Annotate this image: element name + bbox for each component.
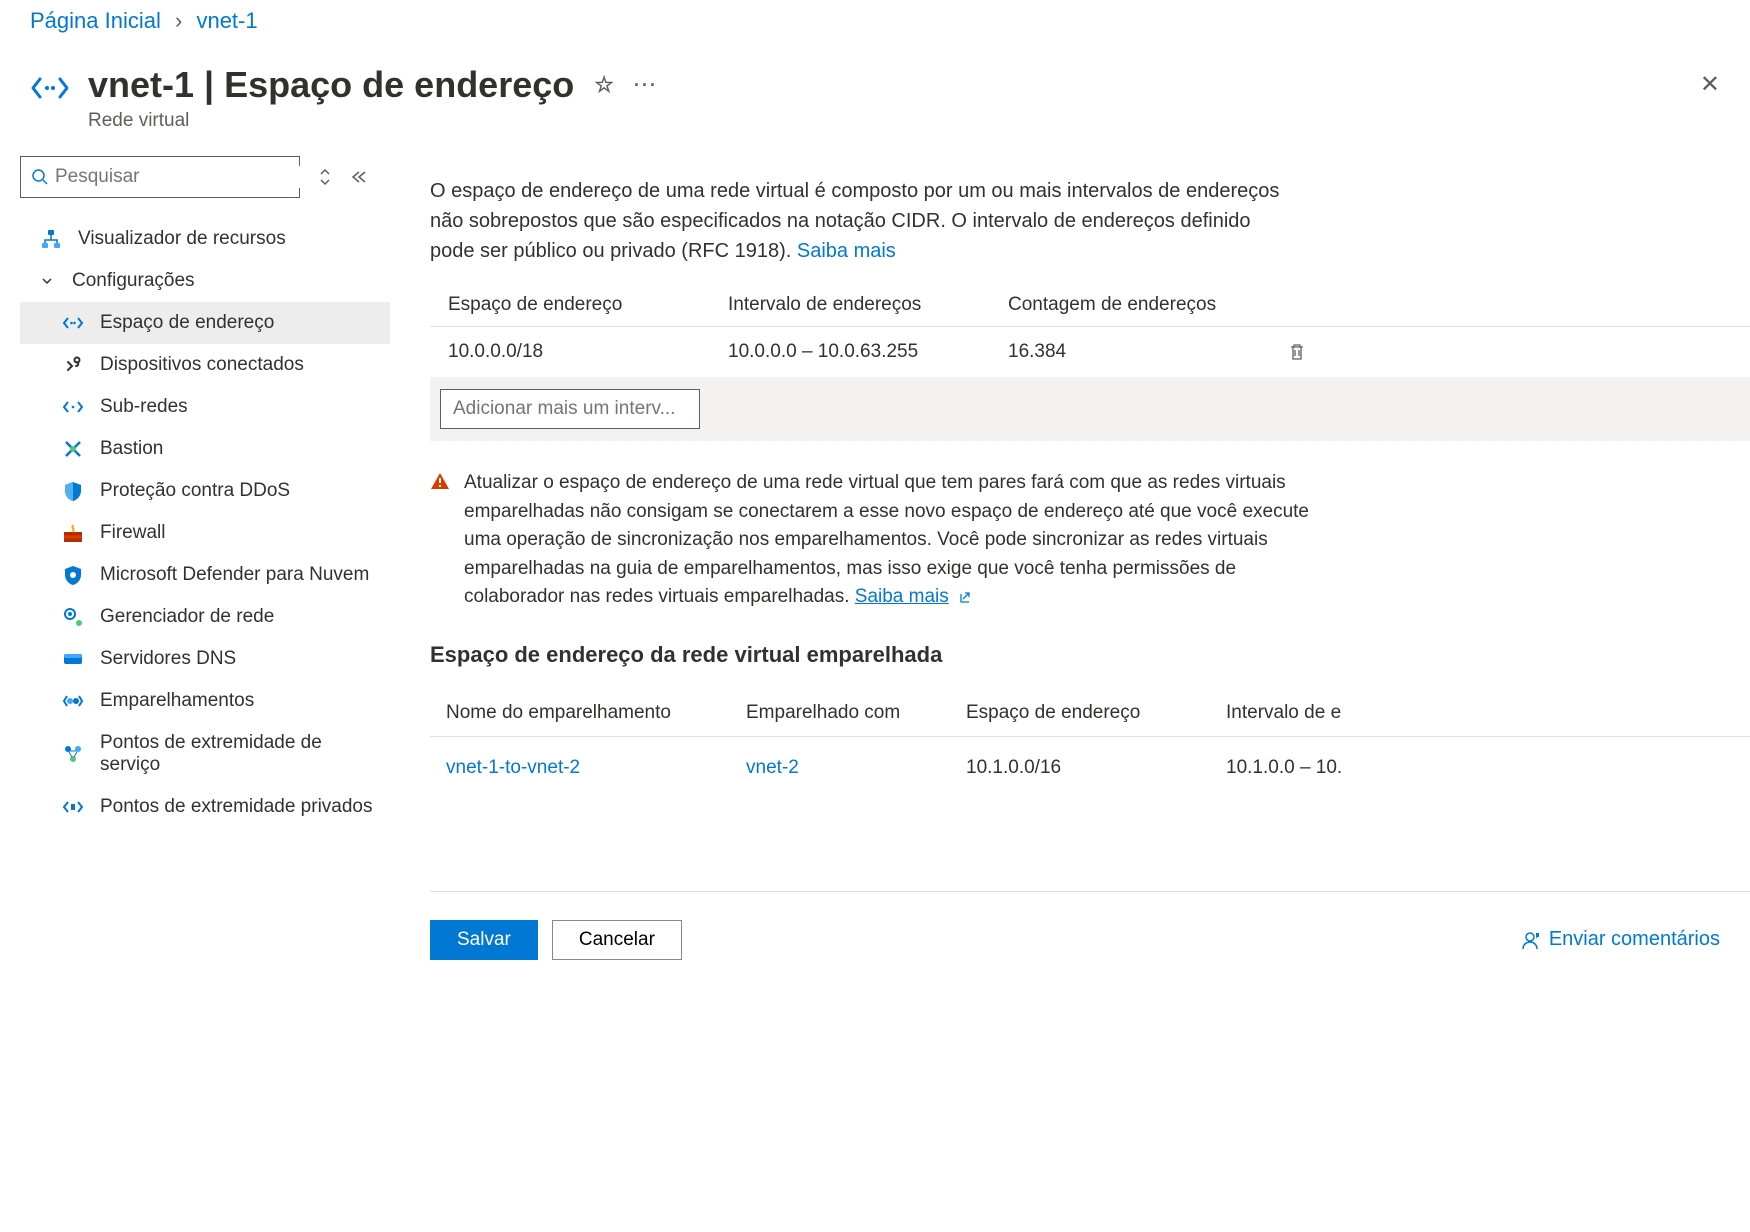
- expand-collapse-icon[interactable]: [318, 167, 332, 187]
- service-endpoint-icon: [62, 743, 84, 765]
- learn-more-link[interactable]: Saiba mais: [797, 240, 896, 262]
- col-peer-with: Emparelhado com: [746, 702, 966, 724]
- cell-peer-range: 10.1.0.0 – 10.: [1226, 757, 1486, 779]
- sidebar-item-label: Visualizador de recursos: [78, 228, 286, 250]
- sidebar-item-ddos[interactable]: Proteção contra DDoS: [20, 470, 390, 512]
- save-button[interactable]: Salvar: [430, 920, 538, 960]
- defender-icon: [62, 564, 84, 586]
- sidebar-item-dns[interactable]: Servidores DNS: [20, 638, 390, 680]
- sidebar-item-network-manager[interactable]: Gerenciador de rede: [20, 596, 390, 638]
- chevron-right-icon: ›: [175, 8, 182, 33]
- cell-address-space: 10.0.0.0/18: [448, 341, 728, 363]
- breadcrumb-current[interactable]: vnet-1: [196, 8, 257, 33]
- sidebar: Visualizador de recursos Configurações E…: [0, 156, 390, 960]
- vnet-small-icon: [62, 312, 84, 334]
- shield-icon: [62, 480, 84, 502]
- main-content: O espaço de endereço de uma rede virtual…: [390, 156, 1750, 960]
- resource-visualizer-icon: [40, 228, 62, 250]
- col-address-space: Espaço de endereço: [448, 294, 728, 316]
- sidebar-item-address-space[interactable]: Espaço de endereço: [20, 302, 390, 344]
- gear-network-icon: [62, 606, 84, 628]
- col-peer-range: Intervalo de e: [1226, 702, 1486, 724]
- col-peer-space: Espaço de endereço: [966, 702, 1226, 724]
- search-box[interactable]: [20, 156, 300, 198]
- bastion-icon: [62, 438, 84, 460]
- page-title: vnet-1 | Espaço de endereço: [88, 64, 574, 106]
- cell-range: 10.0.0.0 – 10.0.63.255: [728, 341, 1008, 363]
- sidebar-item-label: Pontos de extremidade de serviço: [100, 732, 376, 776]
- sidebar-item-label: Proteção contra DDoS: [100, 480, 290, 502]
- sidebar-item-service-endpoints[interactable]: Pontos de extremidade de serviço: [20, 722, 390, 786]
- cell-count: 16.384: [1008, 341, 1288, 363]
- sidebar-item-resource-visualizer[interactable]: Visualizador de recursos: [20, 218, 390, 260]
- close-icon[interactable]: ✕: [1700, 70, 1720, 99]
- subnet-icon: [62, 396, 84, 418]
- sidebar-item-label: Microsoft Defender para Nuvem: [100, 564, 369, 586]
- send-feedback-link[interactable]: Enviar comentários: [1519, 928, 1750, 951]
- sidebar-group-settings[interactable]: Configurações: [20, 260, 390, 302]
- peered-section-title: Espaço de endereço da rede virtual empar…: [430, 642, 1750, 668]
- peer-name-link[interactable]: vnet-1-to-vnet-2: [446, 757, 580, 778]
- sidebar-item-label: Sub-redes: [100, 396, 188, 418]
- warning-message: Atualizar o espaço de endereço de uma re…: [430, 469, 1310, 612]
- col-count: Contagem de endereços: [1008, 294, 1288, 316]
- star-icon[interactable]: ☆: [594, 72, 614, 98]
- sidebar-item-label: Pontos de extremidade privados: [100, 796, 373, 818]
- external-link-icon: [953, 589, 971, 605]
- delete-row-button[interactable]: [1288, 342, 1348, 362]
- page-subtitle: Rede virtual: [88, 110, 1700, 132]
- sidebar-item-firewall[interactable]: Firewall: [20, 512, 390, 554]
- peer-with-link[interactable]: vnet-2: [746, 757, 799, 778]
- sidebar-item-bastion[interactable]: Bastion: [20, 428, 390, 470]
- peered-table: Nome do emparelhamento Emparelhado com E…: [430, 690, 1750, 791]
- feedback-icon: [1519, 929, 1541, 951]
- search-icon: [31, 168, 49, 186]
- sidebar-item-label: Espaço de endereço: [100, 312, 274, 334]
- add-range-input[interactable]: [440, 389, 700, 429]
- warning-icon: [430, 471, 450, 612]
- sidebar-item-label: Dispositivos conectados: [100, 354, 304, 376]
- sidebar-group-label: Configurações: [72, 270, 195, 292]
- vnet-icon: [30, 68, 70, 108]
- col-range: Intervalo de endereços: [728, 294, 1008, 316]
- cell-peer-space: 10.1.0.0/16: [966, 757, 1226, 779]
- breadcrumb-home[interactable]: Página Inicial: [30, 8, 161, 33]
- peering-icon: [62, 690, 84, 712]
- search-input[interactable]: [49, 166, 300, 188]
- collapse-panel-icon[interactable]: [350, 170, 368, 184]
- sidebar-item-label: Emparelhamentos: [100, 690, 254, 712]
- firewall-icon: [62, 522, 84, 544]
- sidebar-item-subnets[interactable]: Sub-redes: [20, 386, 390, 428]
- dns-icon: [62, 648, 84, 670]
- sidebar-item-label: Firewall: [100, 522, 165, 544]
- table-row: 10.0.0.0/18 10.0.0.0 – 10.0.63.255 16.38…: [430, 327, 1750, 377]
- chevron-down-icon: [40, 274, 56, 288]
- more-icon[interactable]: ···: [634, 75, 658, 96]
- connected-icon: [62, 354, 84, 376]
- breadcrumb: Página Inicial › vnet-1: [0, 0, 1750, 64]
- warning-learn-more-link[interactable]: Saiba mais: [855, 586, 949, 607]
- cancel-button[interactable]: Cancelar: [552, 920, 682, 960]
- sidebar-item-peerings[interactable]: Emparelhamentos: [20, 680, 390, 722]
- table-row: vnet-1-to-vnet-2 vnet-2 10.1.0.0/16 10.1…: [430, 737, 1750, 791]
- sidebar-item-connected-devices[interactable]: Dispositivos conectados: [20, 344, 390, 386]
- sidebar-item-defender[interactable]: Microsoft Defender para Nuvem: [20, 554, 390, 596]
- sidebar-item-label: Servidores DNS: [100, 648, 236, 670]
- sidebar-item-label: Gerenciador de rede: [100, 606, 274, 628]
- intro-text: O espaço de endereço de uma rede virtual…: [430, 176, 1300, 266]
- col-peer-name: Nome do emparelhamento: [446, 702, 746, 724]
- address-space-table: Espaço de endereço Intervalo de endereço…: [430, 284, 1750, 441]
- sidebar-item-label: Bastion: [100, 438, 163, 460]
- sidebar-item-private-endpoints[interactable]: Pontos de extremidade privados: [20, 786, 390, 828]
- private-endpoint-icon: [62, 796, 84, 818]
